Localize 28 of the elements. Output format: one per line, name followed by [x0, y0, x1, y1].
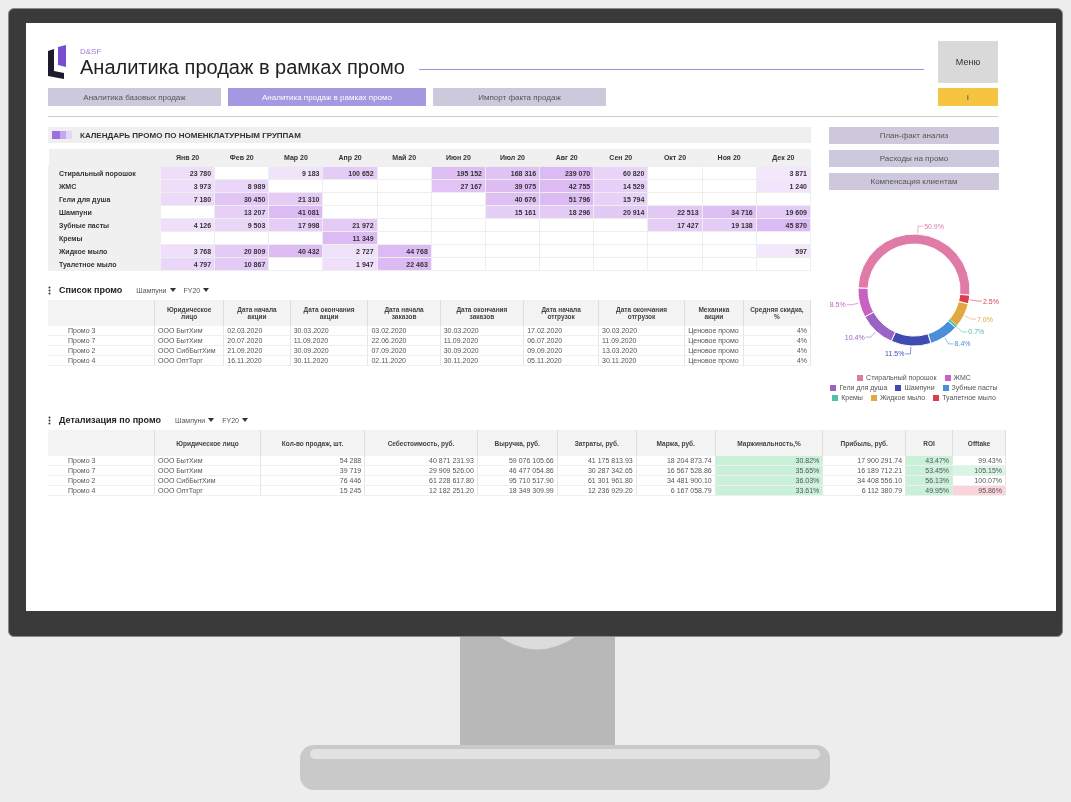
page-title: Аналитика продаж в рамках промо [80, 55, 405, 78]
more-icon[interactable] [48, 415, 51, 425]
more-icon[interactable] [48, 285, 51, 295]
leader-line [905, 346, 912, 355]
section-title: КАЛЕНДАРЬ ПРОМО ПО НОМЕНКЛАТУРНЫМ ГРУППАМ [80, 130, 301, 140]
leader-line [846, 302, 859, 306]
menu-button[interactable]: Меню [938, 41, 998, 83]
caret-icon [169, 288, 176, 292]
info-button[interactable]: i [938, 88, 998, 106]
tab[interactable]: Импорт факта продаж [433, 88, 606, 106]
caret-icon [241, 418, 248, 422]
leader-line [865, 331, 876, 338]
caret-icon [208, 418, 215, 422]
nav-button[interactable]: Расходы на промо [829, 150, 999, 167]
logo-icon [48, 45, 66, 79]
tab[interactable]: Аналитика базовых продаж [48, 88, 221, 106]
nav-button[interactable]: План-факт анализ [829, 127, 999, 144]
leader-line [944, 337, 954, 345]
leader-line [917, 225, 924, 234]
caret-icon [203, 288, 210, 292]
leader-line [964, 315, 977, 320]
section-title: Детализация по промо [59, 415, 162, 425]
color-scale-icon [52, 131, 72, 139]
leader-line [969, 299, 983, 302]
leader-line [956, 327, 968, 333]
section-title: Список промо [59, 285, 123, 295]
nav-button[interactable]: Компенсация клиентам [829, 173, 999, 190]
brand-name: D&SF [80, 46, 103, 56]
